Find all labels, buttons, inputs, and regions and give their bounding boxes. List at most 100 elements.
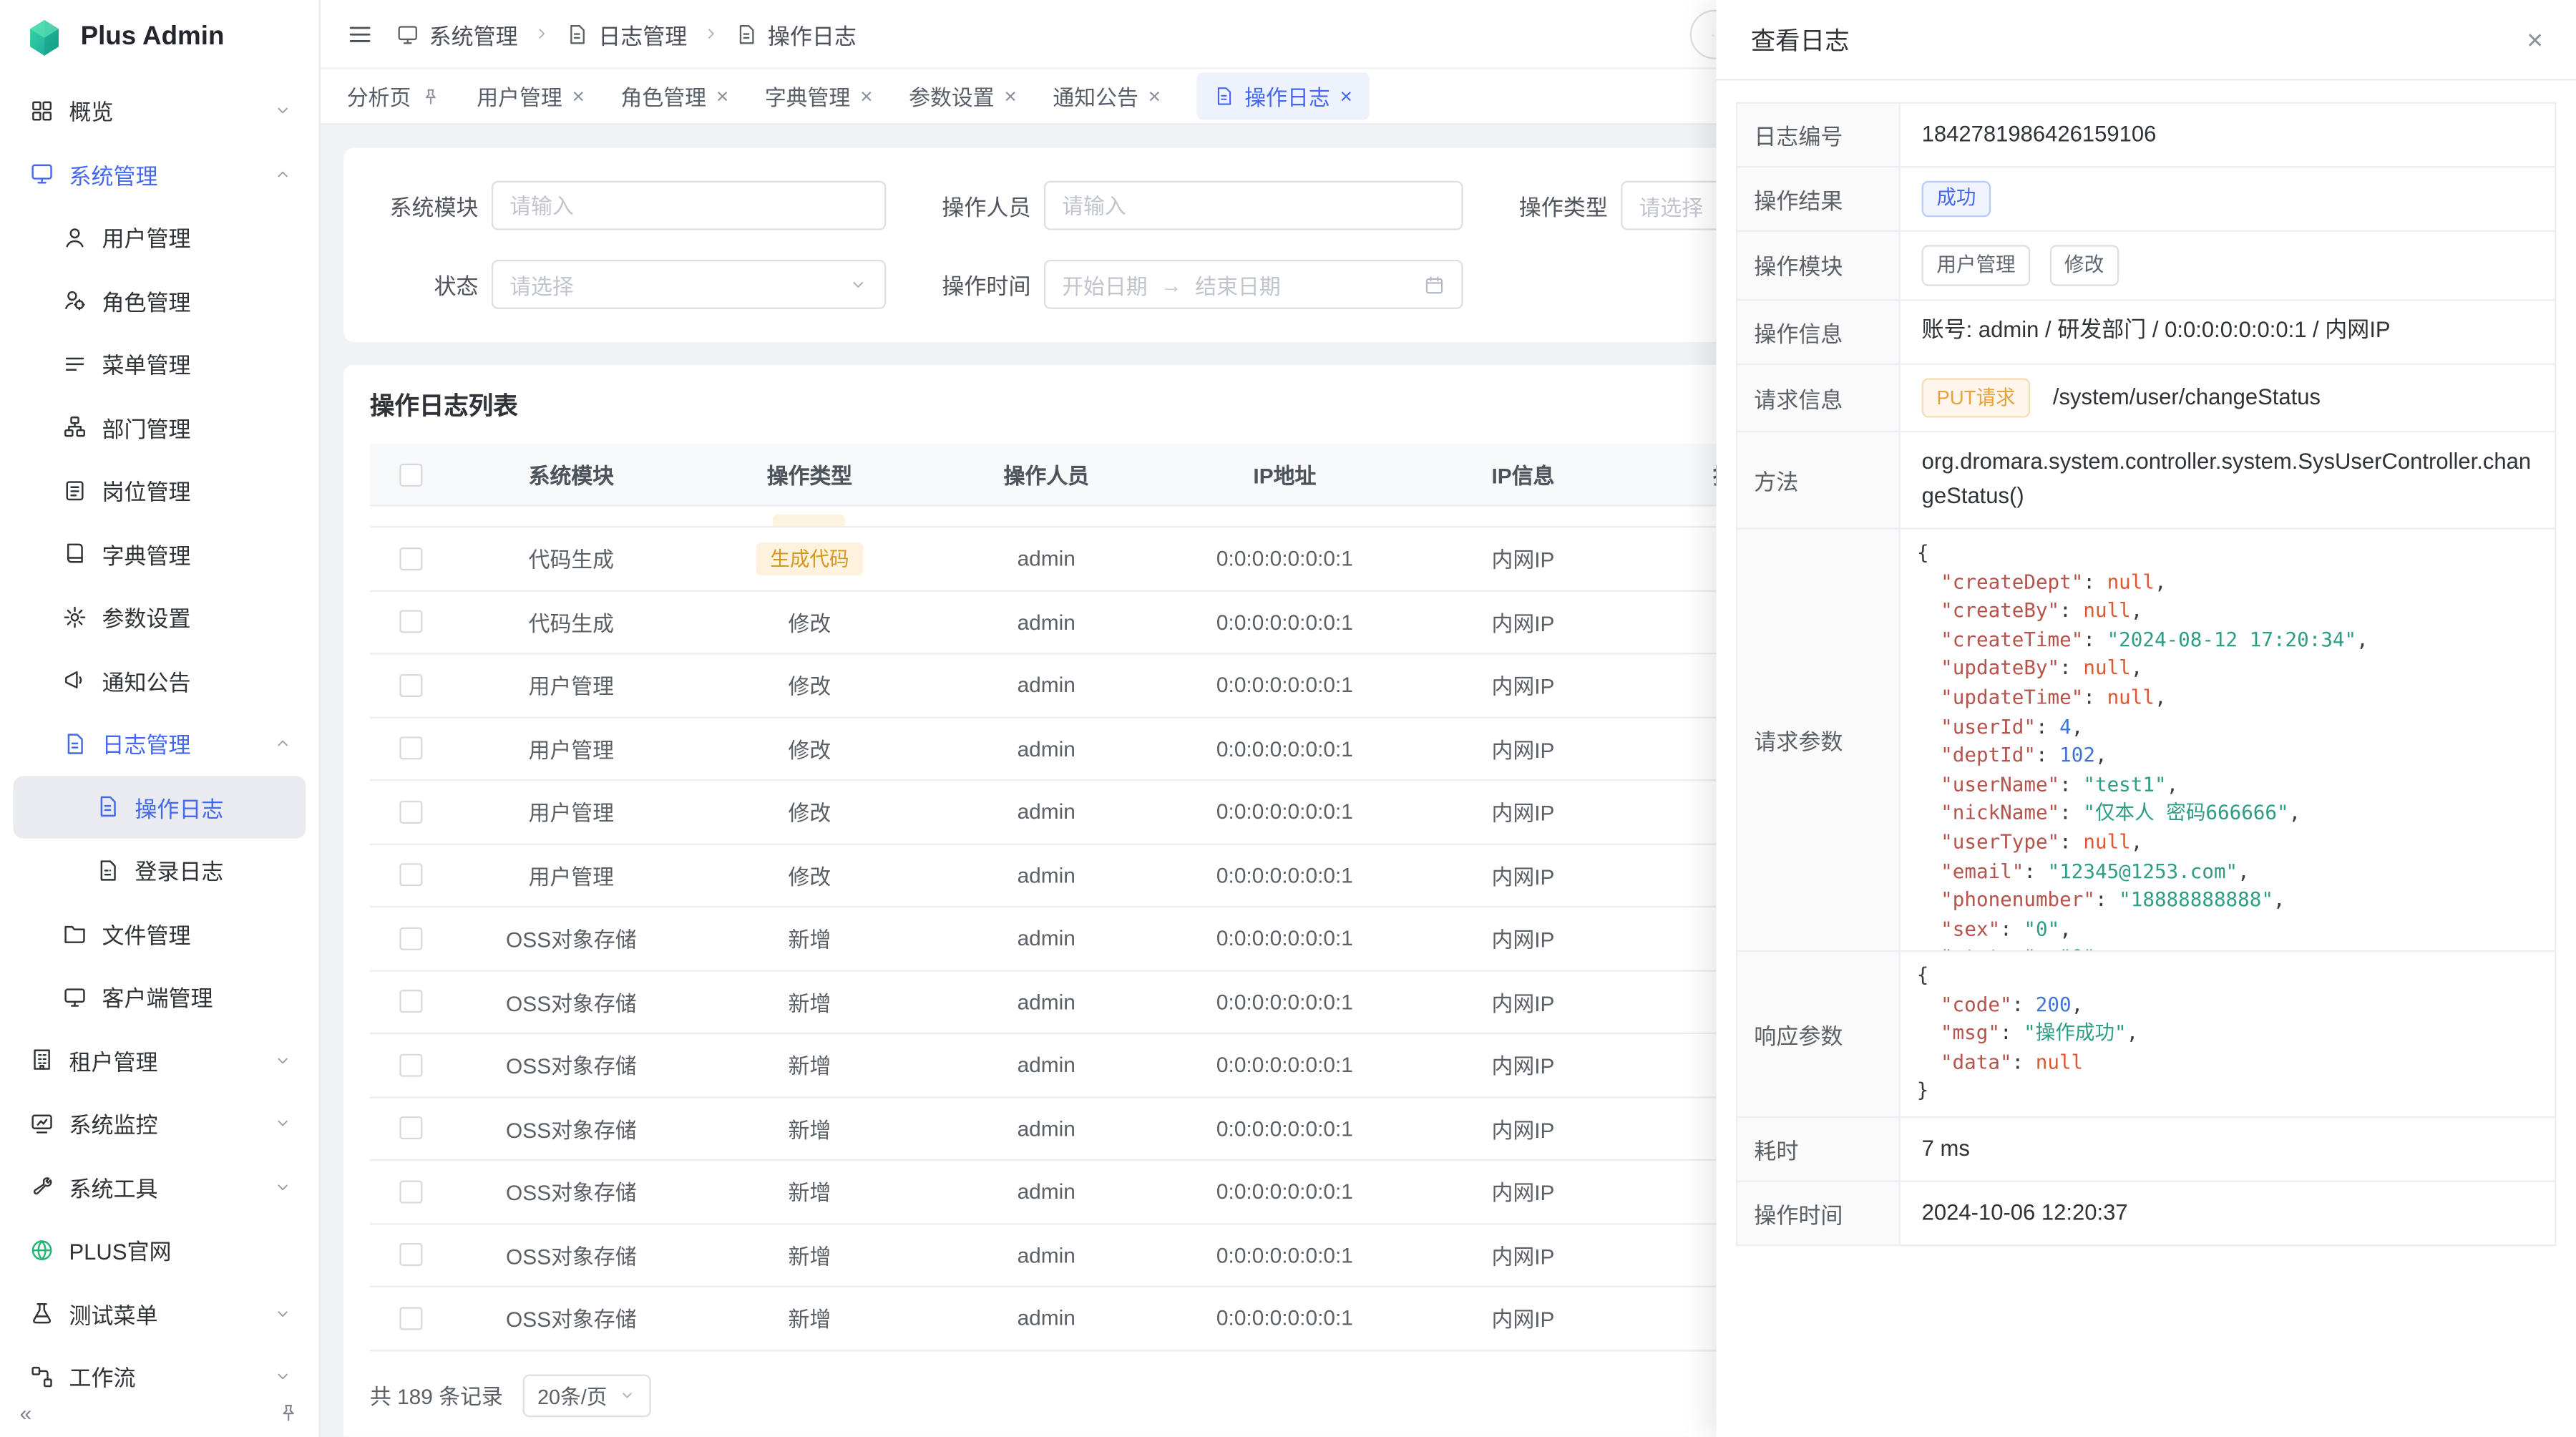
sidebar-item-post[interactable]: 岗位管理 [13,459,306,522]
row-checkbox[interactable] [399,1053,422,1076]
select-all-checkbox[interactable] [399,463,422,486]
row-checkbox[interactable] [399,927,422,950]
cell-checkbox [370,1307,452,1330]
close-tab-icon[interactable]: × [1148,85,1161,107]
tab-active-6[interactable]: 操作日志× [1197,72,1369,120]
row-checkbox[interactable] [399,547,422,570]
cell-module: OSS对象存储 [452,986,691,1018]
sidebar-item-log[interactable]: 日志管理 [13,712,306,775]
app-logo-row[interactable]: Plus Admin [0,0,319,76]
sidebar-item-tools[interactable]: 系统工具 [13,1155,306,1218]
status-select[interactable]: 请选择 [492,260,886,309]
tab-1[interactable]: 用户管理× [477,81,585,112]
row-checkbox[interactable] [399,864,422,887]
row-checkbox[interactable] [399,673,422,696]
close-tab-icon[interactable]: × [860,85,872,107]
tab-0[interactable]: 分析页 [347,81,441,112]
row-checkbox[interactable] [399,737,422,760]
pin-icon[interactable] [421,87,441,107]
code-line: "createDept": null, [1917,568,2538,597]
field-label: 响应参数 [1737,951,1899,1117]
hamburger-menu-icon[interactable] [347,21,374,47]
filter-operator: 操作人员 [925,181,1463,230]
page-size-select[interactable]: 20条/页 [522,1373,650,1416]
breadcrumb-item[interactable]: 系统管理 [396,17,518,50]
cell-ip-info: 内网IP [1405,543,1641,575]
cell-ip: 0:0:0:0:0:0:0:1 [1164,1306,1406,1330]
breadcrumb-item[interactable]: 操作日志 [735,17,857,50]
table-row: 用户管理修改admin0:0:0:0:0:0:0:1内网IP成功 [370,718,1871,781]
cell-operator: admin [929,926,1164,950]
operator-input-field[interactable] [1062,193,1445,218]
table-row: 代码生成生成代码admin0:0:0:0:0:0:0:1内网IP成功 [370,527,1871,590]
close-tab-icon[interactable]: × [572,85,585,107]
cell-module: 用户管理 [452,859,691,891]
sidebar-item-loginlog[interactable]: 登录日志 [13,839,306,902]
sidebar-item-tenant[interactable]: 租户管理 [13,1028,306,1091]
sidebar-item-client[interactable]: 客户端管理 [13,965,306,1028]
pin-layout-icon[interactable] [278,1402,299,1423]
row-checkbox[interactable] [399,1307,422,1330]
tab-5[interactable]: 通知公告× [1053,81,1161,112]
row-checkbox[interactable] [399,1116,422,1139]
sidebar-item-notice[interactable]: 通知公告 [13,648,306,711]
cell-ip: 0:0:0:0:0:0:0:1 [1164,673,1406,697]
cell-ip: 0:0:0:0:0:0:0:1 [1164,610,1406,634]
role-icon [62,288,87,313]
code-line: "userId": 4, [1917,713,2538,741]
sidebar-item-user[interactable]: 用户管理 [13,205,306,268]
sidebar-item-file[interactable]: 文件管理 [13,902,306,965]
code-line: "sex": "0", [1917,915,2538,944]
tab-4[interactable]: 参数设置× [909,81,1017,112]
tab-3[interactable]: 字典管理× [765,81,873,112]
close-tab-icon[interactable]: × [716,85,728,107]
tab-2[interactable]: 角色管理× [621,81,729,112]
field-label: 操作时间 [1737,1182,1899,1246]
cell-module: OSS对象存储 [452,922,691,954]
sidebar-item-role[interactable]: 角色管理 [13,269,306,332]
sidebar-item-dict[interactable]: 字典管理 [13,522,306,585]
cell-module: 代码生成 [452,543,691,575]
row-checkbox[interactable] [399,1243,422,1266]
table-row: OSS对象存储新增admin0:0:0:0:0:0:0:1内网IP成功 [370,1161,1871,1224]
chevdown-icon [273,1114,293,1134]
field-label: 方法 [1737,432,1899,528]
sidebar-item-system[interactable]: 系统管理 [13,142,306,205]
sidebar-item-dept[interactable]: 部门管理 [13,396,306,459]
sidebar-item-settings[interactable]: 参数设置 [13,585,306,648]
sidebar-item-workflow[interactable]: 工作流 [13,1345,306,1388]
module-input[interactable] [492,181,886,230]
cell-ip-info: 内网IP [1405,1049,1641,1081]
sidebar-item-menu[interactable]: 菜单管理 [13,332,306,395]
date-range-picker[interactable]: 开始日期 → 结束日期 [1044,260,1463,309]
row-checkbox[interactable] [399,1180,422,1203]
start-date-placeholder: 开始日期 [1062,269,1147,301]
app-logo-icon [23,16,66,59]
sidebar-item-label: 系统管理 [69,157,157,190]
breadcrumb-label: 日志管理 [598,17,687,50]
sidebar-item-globe[interactable]: PLUS官网 [13,1218,306,1281]
operator-input[interactable] [1044,181,1463,230]
sidebar-item-test[interactable]: 测试菜单 [13,1282,306,1345]
sidebar-item-oplog[interactable]: 操作日志 [13,775,306,838]
row-checkbox[interactable] [399,990,422,1013]
sidebar-item-monitor[interactable]: 系统监控 [13,1091,306,1154]
chevron-down-icon [618,1386,636,1404]
breadcrumb-item[interactable]: 日志管理 [565,17,687,50]
settings-icon [62,605,87,629]
collapse-sidebar-icon[interactable]: « [20,1400,32,1424]
header-cell-checkbox [370,463,452,486]
code-line: { [1917,540,2538,568]
close-tab-icon[interactable]: × [1004,85,1016,107]
close-tab-icon[interactable]: × [1340,85,1352,107]
cell-module: OSS对象存储 [452,1113,691,1144]
sidebar-item-label: 菜单管理 [102,347,190,380]
request-params-code[interactable]: { "createDept": null, "createBy": null, … [1901,530,2555,950]
sidebar-item-grid[interactable]: 概览 [13,79,306,142]
close-icon[interactable]: × [2527,26,2543,54]
row-checkbox[interactable] [399,800,422,823]
sidebar-item-label: 字典管理 [102,537,190,570]
cell-ip-info: 内网IP [1405,733,1641,764]
row-checkbox[interactable] [399,610,422,633]
module-input-field[interactable] [509,193,868,218]
